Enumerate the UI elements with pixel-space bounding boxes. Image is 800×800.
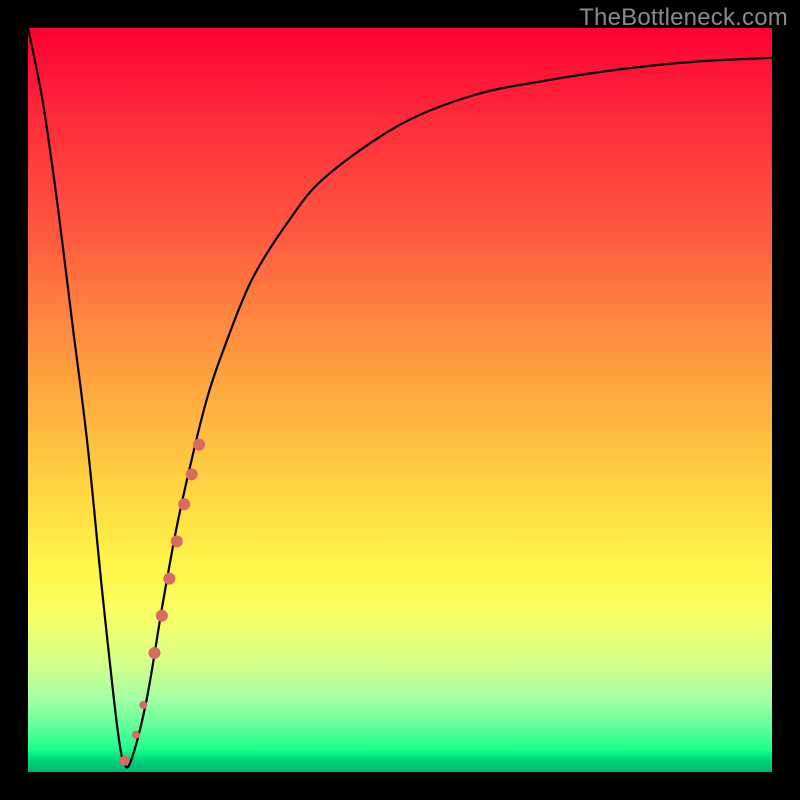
highlight-dot: [163, 573, 175, 585]
highlight-dot: [171, 535, 183, 547]
highlight-dot: [120, 756, 130, 766]
curve-line: [28, 28, 772, 767]
highlight-dot: [178, 498, 190, 510]
highlight-dot: [193, 439, 205, 451]
watermark-text: TheBottleneck.com: [579, 4, 788, 32]
highlight-dot: [132, 731, 140, 739]
bottleneck-curve: [28, 28, 772, 767]
highlight-dot: [139, 701, 147, 709]
highlight-dot: [156, 610, 168, 622]
plot-area: [28, 28, 772, 772]
curve-layer: [28, 28, 772, 772]
chart-frame: TheBottleneck.com: [0, 0, 800, 800]
highlight-dot: [186, 468, 198, 480]
highlight-dot: [149, 647, 161, 659]
